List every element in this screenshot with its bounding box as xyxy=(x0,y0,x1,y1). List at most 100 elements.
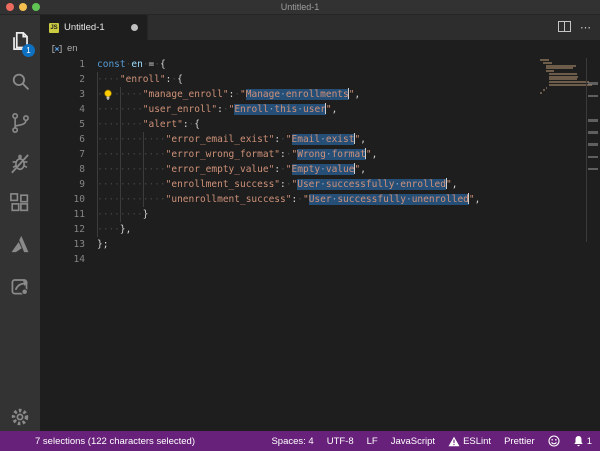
tab-label: Untitled-1 xyxy=(64,22,105,33)
overview-ruler-border xyxy=(586,58,587,242)
line-number[interactable]: 5 xyxy=(40,117,97,132)
share-arrow-icon xyxy=(11,279,29,296)
line-number[interactable]: 8 xyxy=(40,162,97,177)
status-prettier[interactable]: Prettier xyxy=(504,436,535,447)
indent-guide xyxy=(97,162,98,177)
sidebar-item-search[interactable] xyxy=(7,69,33,95)
selected-text: Manage·enrollments xyxy=(245,89,349,100)
status-eslint-label: ESLint xyxy=(463,435,492,447)
code-line[interactable]: 14 xyxy=(40,252,586,267)
editor-actions: ⋯ xyxy=(558,15,596,40)
minimap-line xyxy=(549,78,577,81)
ruler-selection-mark xyxy=(588,155,598,159)
selected-text: Empty·value xyxy=(291,164,355,175)
symbol-variable-icon xyxy=(52,44,62,53)
minimap-line xyxy=(540,59,550,61)
search-icon xyxy=(12,73,29,90)
code-line[interactable]: 12 ····}, xyxy=(40,222,586,237)
minimap-line xyxy=(549,81,590,83)
indent-guide xyxy=(119,192,121,207)
selected-text: Wrong·format xyxy=(297,149,366,160)
status-feedback[interactable] xyxy=(548,435,560,447)
selected-text: Enroll·this·user xyxy=(234,104,326,115)
title-bar: Untitled-1 xyxy=(0,0,600,15)
tab-bar: JS Untitled-1 xyxy=(40,15,600,40)
selected-text: Email·exist xyxy=(291,134,355,145)
sidebar-item-extensions[interactable] xyxy=(7,190,33,216)
selected-text: User·successfully·unenrolled xyxy=(308,194,469,205)
code-line[interactable]: 11········} xyxy=(40,207,586,222)
indent-guide xyxy=(119,87,121,102)
line-number[interactable]: 12 xyxy=(40,222,97,237)
tab-modified-dot[interactable] xyxy=(131,24,138,31)
code-line[interactable]: 9 ············"enrollment_success":·"User… xyxy=(40,177,586,192)
line-number[interactable]: 10 xyxy=(40,192,97,207)
smiley-icon xyxy=(548,435,560,447)
line-number[interactable]: 7 xyxy=(40,147,97,162)
line-number[interactable]: 3 xyxy=(40,87,97,102)
split-editor-button[interactable] xyxy=(558,19,571,37)
indent-guide xyxy=(97,102,98,117)
code-line[interactable]: 13}; xyxy=(40,237,586,252)
selected-text: User·successfully·enrolled xyxy=(297,179,446,190)
status-encoding[interactable]: UTF-8 xyxy=(327,436,354,447)
ruler-selection-mark xyxy=(588,119,598,122)
indent-guide xyxy=(97,147,98,162)
activity-bar: 1 xyxy=(0,15,40,431)
status-eslint[interactable]: ESLint xyxy=(448,436,491,447)
sidebar-item-debug[interactable] xyxy=(7,150,33,176)
indent-guide xyxy=(97,177,98,192)
breadcrumb: en xyxy=(40,40,600,57)
indent-guide xyxy=(119,102,121,117)
sidebar-item-explorer[interactable]: 1 xyxy=(7,28,35,57)
indent-guide xyxy=(119,147,121,162)
status-encoding-label: UTF-8 xyxy=(326,435,354,447)
azure-icon xyxy=(11,235,29,253)
manage-button[interactable] xyxy=(7,404,33,430)
sidebar-item-azure[interactable] xyxy=(7,231,33,257)
minimap-line xyxy=(540,92,542,94)
status-selections[interactable]: 7 selections (122 characters selected) xyxy=(35,436,195,447)
line-number[interactable]: 2 xyxy=(40,72,97,87)
ruler-selection-mark xyxy=(588,131,598,134)
code-line[interactable]: 5········"alert":·{ xyxy=(40,117,586,132)
line-number[interactable]: 9 xyxy=(40,177,97,192)
line-number[interactable]: 1 xyxy=(40,57,97,72)
status-language-mode-label: JavaScript xyxy=(390,435,436,447)
sidebar-item-share-extension[interactable] xyxy=(7,273,33,299)
indent-guide xyxy=(142,147,144,162)
ruler-selection-mark xyxy=(588,143,598,146)
code-line[interactable]: 7 ············"error_wrong_format":·"Wron… xyxy=(40,147,586,162)
code-line[interactable]: 6 ············"error_email_exist":·"Email… xyxy=(40,132,586,147)
breadcrumb-item-en[interactable]: en xyxy=(67,43,78,54)
code-line[interactable]: 2 ····"enroll":·{ xyxy=(40,72,586,87)
code-editor[interactable]: 1const·en·=·{2····"enroll":·{3········"m… xyxy=(40,57,586,431)
bug-slash-icon xyxy=(11,154,29,174)
code-line[interactable]: 1 const·en·=·{ xyxy=(40,57,586,72)
line-number[interactable]: 13 xyxy=(40,237,97,252)
status-indentation[interactable]: Spaces: 4 xyxy=(271,436,313,447)
ruler-selection-mark xyxy=(588,167,598,171)
minimap-line xyxy=(546,64,576,67)
more-actions-button[interactable]: ⋯ xyxy=(580,22,592,33)
status-prettier-label: Prettier xyxy=(504,435,535,447)
line-number[interactable]: 6 xyxy=(40,132,97,147)
tab-untitled-1[interactable]: JS Untitled-1 xyxy=(40,15,148,40)
line-number[interactable]: 4 xyxy=(40,102,97,117)
indent-guide xyxy=(97,207,98,222)
status-eol[interactable]: LF xyxy=(367,436,378,447)
status-notifications[interactable]: 1 xyxy=(573,435,592,447)
status-language-mode[interactable]: JavaScript xyxy=(391,436,435,447)
indent-guide xyxy=(97,132,98,147)
line-number[interactable]: 14 xyxy=(40,252,97,267)
vscode-window: { "window": { "title": "Untitled-1" }, "… xyxy=(0,0,600,451)
indent-guide xyxy=(97,117,98,132)
indent-guide xyxy=(142,132,144,147)
sidebar-item-source-control[interactable] xyxy=(7,110,33,136)
line-number[interactable]: 11 xyxy=(40,207,97,222)
code-line[interactable]: 4········"user_enroll":·"Enroll·this·use… xyxy=(40,102,586,117)
minimap-line xyxy=(543,89,545,92)
code-line[interactable]: 10 ············"unenrollment_success":·"U… xyxy=(40,192,586,207)
code-line[interactable]: 8 ············"error_empty_value":·"Empty… xyxy=(40,162,586,177)
code-line[interactable]: 3········"manage_enroll":·"Manage·enroll… xyxy=(40,87,586,102)
